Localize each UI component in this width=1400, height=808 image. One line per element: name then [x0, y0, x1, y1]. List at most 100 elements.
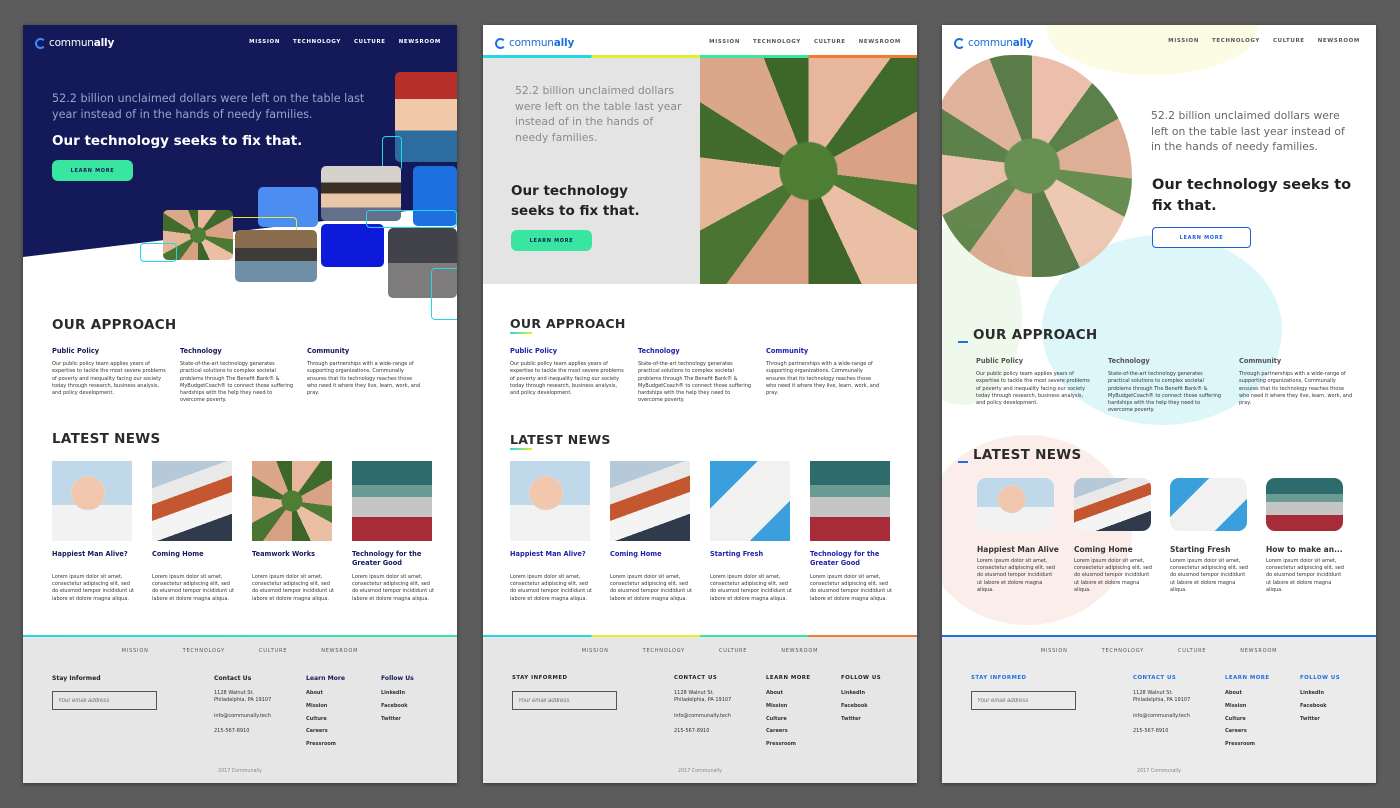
contact-email[interactable]: info@communally.tech [1133, 713, 1190, 720]
nav-mission[interactable]: MISSION [1168, 38, 1199, 44]
footer-nav-technology[interactable]: TECHNOLOGY [183, 648, 225, 654]
news-headline-4[interactable]: How to make an... [1266, 545, 1350, 554]
footer-link-mission[interactable]: Mission [306, 700, 336, 713]
follow-title: FOLLOW US [1300, 675, 1341, 681]
news-thumb-2[interactable] [1074, 478, 1151, 531]
copyright: 2017 Communally [1137, 769, 1181, 774]
footer-link-pressroom[interactable]: Pressroom [1225, 738, 1255, 751]
news-excerpt-3: Lorem ipsum dolor sit amet, consectetur … [710, 574, 792, 602]
footer-nav-mission[interactable]: MISSION [582, 648, 609, 654]
news-headline-2[interactable]: Coming Home [152, 550, 236, 559]
news-thumb-4[interactable] [352, 461, 432, 541]
learn-more-button[interactable]: LEARN MORE [511, 230, 592, 251]
hero-tagline: Our technology seeks to fix that. [511, 183, 640, 219]
nav-newsroom[interactable]: NEWSROOM [859, 39, 901, 45]
nav-culture[interactable]: CULTURE [354, 39, 386, 45]
footer-nav-technology[interactable]: TECHNOLOGY [643, 648, 685, 654]
news-excerpt-2: Lorem ipsum dolor sit amet, consectetur … [152, 574, 234, 602]
footer-link-about[interactable]: About [1225, 687, 1255, 700]
footer-link-culture[interactable]: Culture [306, 713, 336, 726]
news-thumb-3[interactable] [1170, 478, 1247, 531]
nav-technology[interactable]: TECHNOLOGY [1212, 38, 1260, 44]
news-thumb-1[interactable] [52, 461, 132, 541]
news-thumb-2[interactable] [152, 461, 232, 541]
logo[interactable]: commun ally [954, 37, 1033, 49]
footer-link-culture[interactable]: Culture [1225, 713, 1255, 726]
news-excerpt-4: Lorem ipsum dolor sit amet, consectetur … [1266, 558, 1344, 593]
footer-nav-technology[interactable]: TECHNOLOGY [1102, 648, 1144, 654]
footer-link-pressroom[interactable]: Pressroom [306, 738, 336, 751]
footer-link-facebook[interactable]: Facebook [841, 700, 868, 713]
contact-email[interactable]: info@communally.tech [214, 713, 271, 720]
contact-address: 1128 Walnut St. Philadelphia, PA 19107 [1133, 690, 1191, 703]
news-thumb-3[interactable] [252, 461, 332, 541]
contact-email[interactable]: info@communally.tech [674, 713, 731, 720]
news-headline-2[interactable]: Coming Home [1074, 545, 1158, 554]
footer-link-linkedin[interactable]: LinkedIn [1300, 687, 1327, 700]
news-headline-3[interactable]: Starting Fresh [710, 550, 794, 559]
news-headline-3[interactable]: Teamwork Works [252, 550, 336, 559]
nav-newsroom[interactable]: NEWSROOM [1318, 38, 1360, 44]
news-headline-4[interactable]: Technology for the Greater Good [352, 550, 436, 568]
footer-nav: MISSION TECHNOLOGY CULTURE NEWSROOM [483, 648, 917, 654]
news-thumb-4[interactable] [810, 461, 890, 541]
footer-link-linkedin[interactable]: LinkedIn [381, 687, 408, 700]
footer-link-linkedin[interactable]: LinkedIn [841, 687, 868, 700]
footer-nav-mission[interactable]: MISSION [1041, 648, 1068, 654]
footer-links-social: LinkedIn Facebook Twitter [381, 687, 408, 725]
footer-link-pressroom[interactable]: Pressroom [766, 738, 796, 751]
footer-nav-mission[interactable]: MISSION [122, 648, 149, 654]
news-thumb-4[interactable] [1266, 478, 1343, 531]
news-excerpt-1: Lorem ipsum dolor sit amet, consectetur … [977, 558, 1055, 593]
nav-technology[interactable]: TECHNOLOGY [753, 39, 801, 45]
news-thumb-1[interactable] [977, 478, 1054, 531]
nav-mission[interactable]: MISSION [709, 39, 740, 45]
footer-nav-newsroom[interactable]: NEWSROOM [1240, 648, 1277, 654]
news-headline-1[interactable]: Happiest Man Alive? [52, 550, 136, 559]
contact-title: CONTACT US [674, 675, 718, 681]
footer-link-careers[interactable]: Careers [766, 725, 796, 738]
news-thumb-2[interactable] [610, 461, 690, 541]
news-headline-1[interactable]: Happiest Man Alive [977, 545, 1061, 554]
hero-photo-hands [942, 55, 1132, 277]
footer-link-careers[interactable]: Careers [306, 725, 336, 738]
news-headline-1[interactable]: Happiest Man Alive? [510, 550, 594, 559]
footer-nav: MISSION TECHNOLOGY CULTURE NEWSROOM [23, 648, 457, 654]
email-input[interactable] [512, 691, 617, 710]
news-thumb-1[interactable] [510, 461, 590, 541]
footer-link-about[interactable]: About [306, 687, 336, 700]
footer-link-twitter[interactable]: Twitter [1300, 713, 1327, 726]
footer-link-culture[interactable]: Culture [766, 713, 796, 726]
footer-nav-culture[interactable]: CULTURE [1178, 648, 1206, 654]
footer-nav-newsroom[interactable]: NEWSROOM [781, 648, 818, 654]
news-excerpt-1: Lorem ipsum dolor sit amet, consectetur … [510, 574, 592, 602]
email-input[interactable] [52, 691, 157, 710]
footer-link-about[interactable]: About [766, 687, 796, 700]
news-excerpt-3: Lorem ipsum dolor sit amet, consectetur … [252, 574, 334, 602]
footer-link-mission[interactable]: Mission [766, 700, 796, 713]
logo[interactable]: commun ally [35, 37, 114, 49]
footer-link-facebook[interactable]: Facebook [1300, 700, 1327, 713]
email-input[interactable] [971, 691, 1076, 710]
footer-nav-culture[interactable]: CULTURE [259, 648, 287, 654]
news-thumb-3[interactable] [710, 461, 790, 541]
footer-link-facebook[interactable]: Facebook [381, 700, 408, 713]
footer-link-mission[interactable]: Mission [1225, 700, 1255, 713]
nav-mission[interactable]: MISSION [249, 39, 280, 45]
footer-link-twitter[interactable]: Twitter [381, 713, 408, 726]
nav-culture[interactable]: CULTURE [1273, 38, 1305, 44]
news-headline-2[interactable]: Coming Home [610, 550, 694, 559]
nav-newsroom[interactable]: NEWSROOM [399, 39, 441, 45]
nav-technology[interactable]: TECHNOLOGY [293, 39, 341, 45]
footer-nav-culture[interactable]: CULTURE [719, 648, 747, 654]
approach-title-underline [510, 332, 532, 334]
learn-more-button[interactable]: LEARN MORE [52, 160, 133, 181]
news-headline-4[interactable]: Technology for the Greater Good [810, 550, 894, 568]
news-headline-3[interactable]: Starting Fresh [1170, 545, 1254, 554]
learn-more-button[interactable]: LEARN MORE [1152, 227, 1251, 248]
footer-link-twitter[interactable]: Twitter [841, 713, 868, 726]
nav-culture[interactable]: CULTURE [814, 39, 846, 45]
footer-nav-newsroom[interactable]: NEWSROOM [321, 648, 358, 654]
footer-link-careers[interactable]: Careers [1225, 725, 1255, 738]
logo[interactable]: commun ally [495, 37, 574, 49]
